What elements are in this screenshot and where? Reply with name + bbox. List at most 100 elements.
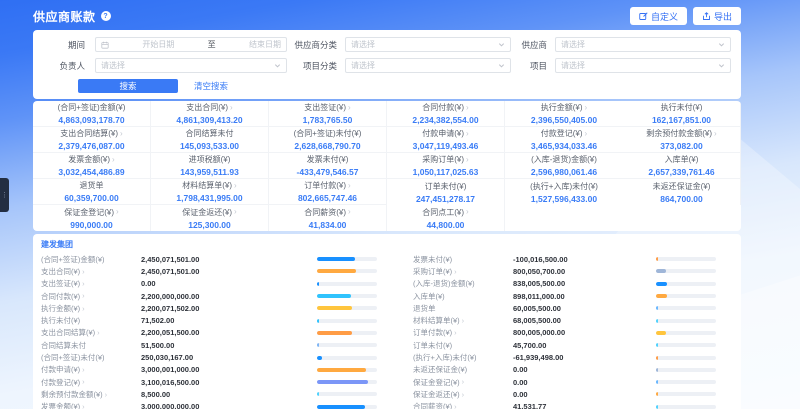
card-value: 3,465,934,033.46 xyxy=(531,141,597,151)
metric-bar-fill xyxy=(656,282,667,286)
metric-value: -100,016,500.00 xyxy=(513,255,656,264)
filter-row-2: 负责人 请选择 项目分类 请选择 项目 请选择 xyxy=(43,58,731,73)
calendar-icon xyxy=(101,41,109,49)
card-label: 订单未付(¥) xyxy=(425,181,467,192)
summary-card[interactable]: 合同点工(¥) › 44,800.00 xyxy=(387,205,505,231)
filter-row-1: 期间 开始日期 至 结束日期 供应商分类 请选择 供应商 请选择 xyxy=(43,37,731,52)
metric-row: (合同+签证)金额(¥) › 2,450,071,501.00 xyxy=(41,253,377,265)
card-value: 2,379,476,087.00 xyxy=(58,141,124,151)
sidebar-collapse-handle[interactable]: ⋮ xyxy=(0,178,9,212)
owner-label: 负责人 xyxy=(43,60,85,72)
summary-card[interactable]: 发票金额(¥) › 3,032,454,486.89 xyxy=(33,153,151,179)
group-name[interactable]: 建发集团 xyxy=(41,239,733,250)
summary-card[interactable]: 支出签证(¥) › 1,783,765.50 xyxy=(269,101,387,127)
chevron-down-icon xyxy=(498,41,505,48)
metric-value: 41,531.77 xyxy=(513,402,656,409)
card-label: 支出合同结算(¥) xyxy=(60,128,118,139)
metric-row: 保证金登记(¥) › 0.00 xyxy=(413,376,716,388)
export-button[interactable]: 导出 xyxy=(693,7,741,25)
metric-bar-fill xyxy=(656,392,658,396)
summary-card[interactable]: 执行金额(¥) › 2,396,550,405.00 xyxy=(505,101,623,127)
metric-bar xyxy=(656,294,716,298)
summary-card[interactable]: 保证金返还(¥) › 125,300.00 xyxy=(151,205,269,231)
chevron-right-icon: › xyxy=(116,208,119,216)
metric-value: 0.00 xyxy=(513,365,656,374)
summary-card: 执行未付(¥) › 162,167,851.00 xyxy=(623,101,741,127)
card-value: 145,093,533.00 xyxy=(180,141,239,151)
card-label-row: 剩余预付款金额(¥) › xyxy=(646,128,716,139)
summary-card[interactable]: 付款登记(¥) › 3,465,934,033.46 xyxy=(505,127,623,153)
metric-row: 付款申请(¥) › 3,000,001,000.00 xyxy=(41,364,377,376)
toolbar-buttons: 自定义 导出 xyxy=(630,7,741,25)
clear-search-link[interactable]: 清空搜索 xyxy=(194,80,228,92)
metric-bar xyxy=(656,269,716,273)
summary-cards-panel: (合同+签证)金额(¥) › 4,863,093,178.70 支出合同(¥) … xyxy=(33,101,741,231)
date-range-input[interactable]: 开始日期 至 结束日期 xyxy=(95,37,287,52)
chevron-right-icon: › xyxy=(462,378,465,386)
card-value: 1,783,765.50 xyxy=(303,115,353,125)
date-range-separator: 至 xyxy=(208,39,216,50)
metric-label: (执行+入库)未付(¥) xyxy=(413,352,477,363)
metric-column-left: (合同+签证)金额(¥) › 2,450,071,501.00 支出合同(¥) … xyxy=(41,253,377,409)
metric-value: 51,500.00 xyxy=(141,341,317,350)
card-label: 未返还保证金(¥) xyxy=(653,181,711,192)
select-placeholder: 请选择 xyxy=(351,60,375,71)
project-select[interactable]: 请选择 xyxy=(555,58,731,73)
card-label: 采购订单(¥) xyxy=(422,154,464,165)
metric-bar-fill xyxy=(656,368,658,372)
card-label-row: 保证金返还(¥) › xyxy=(182,207,236,218)
card-label-row: 保证金登记(¥) › xyxy=(64,207,118,218)
summary-card[interactable]: 合同付款(¥) › 2,234,382,554.00 xyxy=(387,101,505,127)
project-category-select[interactable]: 请选择 xyxy=(345,58,511,73)
metric-bar xyxy=(656,356,716,360)
summary-card[interactable]: 材料结算单(¥) › 1,798,431,995.00 xyxy=(151,179,269,205)
metric-label: 退货单 xyxy=(413,303,436,314)
metric-row: (入库-退货)金额(¥) › 838,005,500.00 xyxy=(413,278,716,290)
supplier-category-select[interactable]: 请选择 xyxy=(345,37,511,52)
metric-row: 合同结算未付 › 51,500.00 xyxy=(41,339,377,351)
select-placeholder: 请选择 xyxy=(101,60,125,71)
metric-label: (入库-退货)金额(¥) xyxy=(413,278,475,289)
export-label: 导出 xyxy=(714,10,732,23)
metric-value: 71,502.00 xyxy=(141,316,317,325)
supplier-select[interactable]: 请选择 xyxy=(555,37,731,52)
customize-button[interactable]: 自定义 xyxy=(630,7,687,25)
select-placeholder: 请选择 xyxy=(561,60,585,71)
metric-bar-fill xyxy=(656,319,658,323)
chevron-right-icon: › xyxy=(234,208,237,216)
summary-card[interactable]: 支出合同结算(¥) › 2,379,476,087.00 xyxy=(33,127,151,153)
card-label: (合同+签证)未付(¥) xyxy=(294,128,362,139)
card-label: 入库单(¥) xyxy=(665,154,699,165)
card-label-row: 未返还保证金(¥) › xyxy=(653,181,711,192)
chevron-right-icon: › xyxy=(120,130,123,138)
summary-card[interactable]: 付款申请(¥) › 3,047,119,493.46 xyxy=(387,127,505,153)
summary-card[interactable]: 订单付款(¥) › 802,665,747.46 xyxy=(269,179,387,205)
summary-card[interactable]: 保证金登记(¥) › 990,000.00 xyxy=(33,205,151,231)
metric-row: 入库单(¥) › 898,011,000.00 xyxy=(413,290,716,302)
chevron-down-icon xyxy=(274,62,281,69)
metric-label: 合同结算未付 xyxy=(41,340,86,351)
metric-label: 付款登记(¥) xyxy=(41,377,80,388)
search-button[interactable]: 搜索 xyxy=(78,79,178,93)
project-label: 项目 xyxy=(517,60,547,72)
metric-label: 剩余预付款金额(¥) xyxy=(41,389,103,400)
card-value: 143,959,511.93 xyxy=(180,167,239,177)
metric-row: 发票金额(¥) › 3,000,000,000.00 xyxy=(41,401,377,409)
summary-card[interactable]: 采购订单(¥) › 1,050,117,025.63 xyxy=(387,153,505,179)
metric-bar-fill xyxy=(656,405,658,409)
metric-label: (合同+签证)未付(¥) xyxy=(41,352,105,363)
metric-label: 保证金登记(¥) xyxy=(413,377,460,388)
summary-card[interactable]: 支出合同(¥) › 4,861,309,413.20 xyxy=(151,101,269,127)
title-bar: 供应商账款 ? 自定义 导出 xyxy=(33,0,741,30)
metric-label: 付款申请(¥) xyxy=(41,364,80,375)
metric-row: 订单付款(¥) › 800,005,000.00 xyxy=(413,327,716,339)
owner-select[interactable]: 请选择 xyxy=(95,58,287,73)
summary-card[interactable]: 合同薪资(¥) › 41,834.00 xyxy=(269,205,387,231)
help-icon[interactable]: ? xyxy=(101,11,111,21)
card-label: 合同点工(¥) xyxy=(422,207,464,218)
metric-value: 60,005,500.00 xyxy=(513,304,656,313)
metric-row: 合同付款(¥) › 2,200,000,000.00 xyxy=(41,290,377,302)
summary-card[interactable]: 剩余预付款金额(¥) › 373,082.00 xyxy=(623,127,741,153)
chevron-right-icon: › xyxy=(82,378,85,386)
supplier-label: 供应商 xyxy=(517,39,547,51)
